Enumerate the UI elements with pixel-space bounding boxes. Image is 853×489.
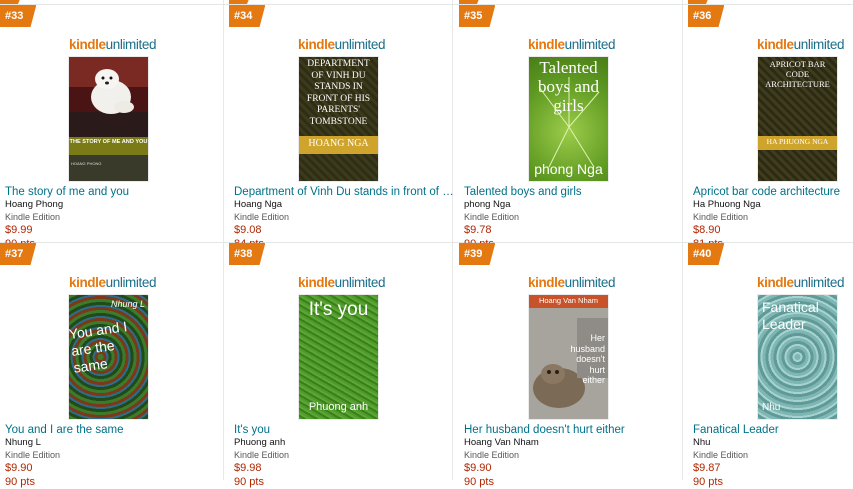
cover-author-text: phong Nga [534, 161, 603, 177]
book-cover-image[interactable]: THE STORY OF ME AND YOU HOANG PHONG [69, 57, 148, 181]
cover-title-text: Talented boys and girls [538, 58, 599, 115]
rank-badge: #37 [0, 243, 37, 265]
book-author: Hoang Van Nham [464, 437, 539, 448]
cover-title-text: APRICOT BAR CODE ARCHITECTURE [765, 59, 830, 89]
book-cover-image[interactable]: Hoang Van Nham Her husband doesn't hurt … [529, 295, 608, 419]
book-card[interactable]: #38 kindleunlimited It's you Phuong anh … [229, 243, 458, 488]
book-price-link[interactable]: $9.90 [464, 461, 686, 475]
book-cover-image[interactable]: APRICOT BAR CODE ARCHITECTURE HA PHUONG … [758, 57, 837, 181]
bestseller-grid: #33 kindleunlimited THE STORY OF ME AND … [0, 0, 853, 488]
cover-title-text: It's you [308, 299, 369, 320]
book-price-link[interactable]: $9.98 [234, 461, 456, 475]
cover-title-text: Her husband doesn't hurt either [570, 333, 605, 385]
book-price-link[interactable]: $9.78 [464, 223, 686, 237]
book-card[interactable]: #39 kindleunlimited Hoang Van Nham Her h… [459, 243, 688, 488]
book-author: Nhung L [5, 437, 41, 448]
book-info: Department of Vinh Du stands in front of… [234, 185, 456, 251]
book-card[interactable]: #33 kindleunlimited THE STORY OF ME AND … [0, 5, 229, 250]
book-author: phong Nga [464, 199, 511, 210]
cover-title-text: THE STORY OF ME AND YOU [69, 139, 148, 145]
cover-author-text: Hoang Van Nham [538, 296, 599, 305]
book-cover-image[interactable]: Talented boys and girls phong Nga [529, 57, 608, 181]
book-author: Ha Phuong Nga [693, 199, 761, 210]
book-card[interactable]: #35 kindleunlimited Talented boys and gi… [459, 5, 688, 250]
book-title-link[interactable]: You and I are the same [5, 423, 227, 437]
cover-author-text: HOANG NGA [308, 138, 369, 149]
book-format: Kindle Edition [234, 450, 290, 460]
book-title-link[interactable]: Her husband doesn't hurt either [464, 423, 686, 437]
book-card[interactable]: #34 kindleunlimited DEPARTMENT OF VINH D… [229, 5, 458, 250]
book-format: Kindle Edition [693, 450, 749, 460]
book-title-link[interactable]: Fanatical Leader [693, 423, 853, 437]
rank-badge: #36 [688, 5, 725, 27]
kindle-unlimited-logo: kindleunlimited [298, 275, 386, 290]
book-price-link[interactable]: $9.87 [693, 461, 853, 475]
book-title-link[interactable]: Apricot bar code architecture [693, 185, 853, 199]
rank-badge: #34 [229, 5, 266, 27]
cover-author-text: HA PHUONG NGA [766, 137, 829, 146]
book-title-link[interactable]: The story of me and you [5, 185, 227, 199]
book-points: 90 pts [693, 476, 723, 488]
cover-author-text: HOANG PHONG [71, 161, 102, 166]
cover-author-text: Phuong anh [308, 401, 369, 413]
kindle-unlimited-logo: kindleunlimited [69, 37, 157, 52]
rank-badge: #33 [0, 5, 37, 27]
book-cover-image[interactable]: Fanatical Leader Nhu [758, 295, 837, 419]
cover-author-text: Nhu [762, 402, 781, 413]
rank-badge: #38 [229, 243, 266, 265]
cover-title-text: Fanatical Leader [762, 299, 819, 332]
cover-title-text: You and I are the same [69, 318, 129, 376]
book-format: Kindle Edition [693, 212, 749, 222]
book-price-link[interactable]: $9.99 [5, 223, 227, 237]
book-format: Kindle Edition [234, 212, 290, 222]
book-cover-image[interactable]: DEPARTMENT OF VINH DU STANDS IN FRONT OF… [299, 57, 378, 181]
book-info: The story of me and you Hoang Phong Kind… [5, 185, 227, 251]
book-card[interactable]: #37 kindleunlimited Nhung L You and I ar… [0, 243, 229, 488]
book-format: Kindle Edition [464, 450, 520, 460]
book-author: Hoang Nga [234, 199, 283, 210]
book-info: Talented boys and girls phong Nga Kindle… [464, 185, 686, 251]
kindle-unlimited-logo: kindleunlimited [528, 37, 616, 52]
rank-badge: #40 [688, 243, 725, 265]
kindle-unlimited-logo: kindleunlimited [528, 275, 616, 290]
book-price-link[interactable]: $8.90 [693, 223, 853, 237]
book-title-link[interactable]: Department of Vinh Du stands in front of… [234, 185, 456, 199]
book-info: It's you Phuong anh Kindle Edition $9.98… [234, 423, 456, 489]
book-points: 90 pts [234, 476, 264, 488]
book-format: Kindle Edition [5, 450, 61, 460]
book-info: Her husband doesn't hurt either Hoang Va… [464, 423, 686, 489]
kindle-unlimited-logo: kindleunlimited [298, 37, 386, 52]
book-format: Kindle Edition [5, 212, 61, 222]
book-card[interactable]: #40 kindleunlimited Fanatical Leader Nhu… [688, 243, 853, 488]
kindle-unlimited-logo: kindleunlimited [757, 275, 845, 290]
book-title-link[interactable]: It's you [234, 423, 456, 437]
rank-badge: #35 [459, 5, 496, 27]
cover-author-text: Nhung L [110, 299, 145, 309]
book-points: 90 pts [464, 476, 494, 488]
book-author: Nhu [693, 437, 711, 448]
book-points: 90 pts [5, 476, 35, 488]
kindle-unlimited-logo: kindleunlimited [757, 37, 845, 52]
book-price-link[interactable]: $9.90 [5, 461, 227, 475]
book-info: Fanatical Leader Nhu Kindle Edition $9.8… [693, 423, 853, 489]
book-title-link[interactable]: Talented boys and girls [464, 185, 686, 199]
book-author: Hoang Phong [5, 199, 64, 210]
book-cover-image[interactable]: It's you Phuong anh [299, 295, 378, 419]
kindle-unlimited-logo: kindleunlimited [69, 275, 157, 290]
book-format: Kindle Edition [464, 212, 520, 222]
book-author: Phuong anh [234, 437, 286, 448]
cover-title-text: DEPARTMENT OF VINH DU STANDS IN FRONT OF… [306, 59, 371, 127]
book-card[interactable]: #36 kindleunlimited APRICOT BAR CODE ARC… [688, 5, 853, 250]
rank-badge: #39 [459, 243, 496, 265]
book-info: Apricot bar code architecture Ha Phuong … [693, 185, 853, 251]
book-price-link[interactable]: $9.08 [234, 223, 456, 237]
book-cover-image[interactable]: Nhung L You and I are the same [69, 295, 148, 419]
book-info: You and I are the same Nhung L Kindle Ed… [5, 423, 227, 489]
